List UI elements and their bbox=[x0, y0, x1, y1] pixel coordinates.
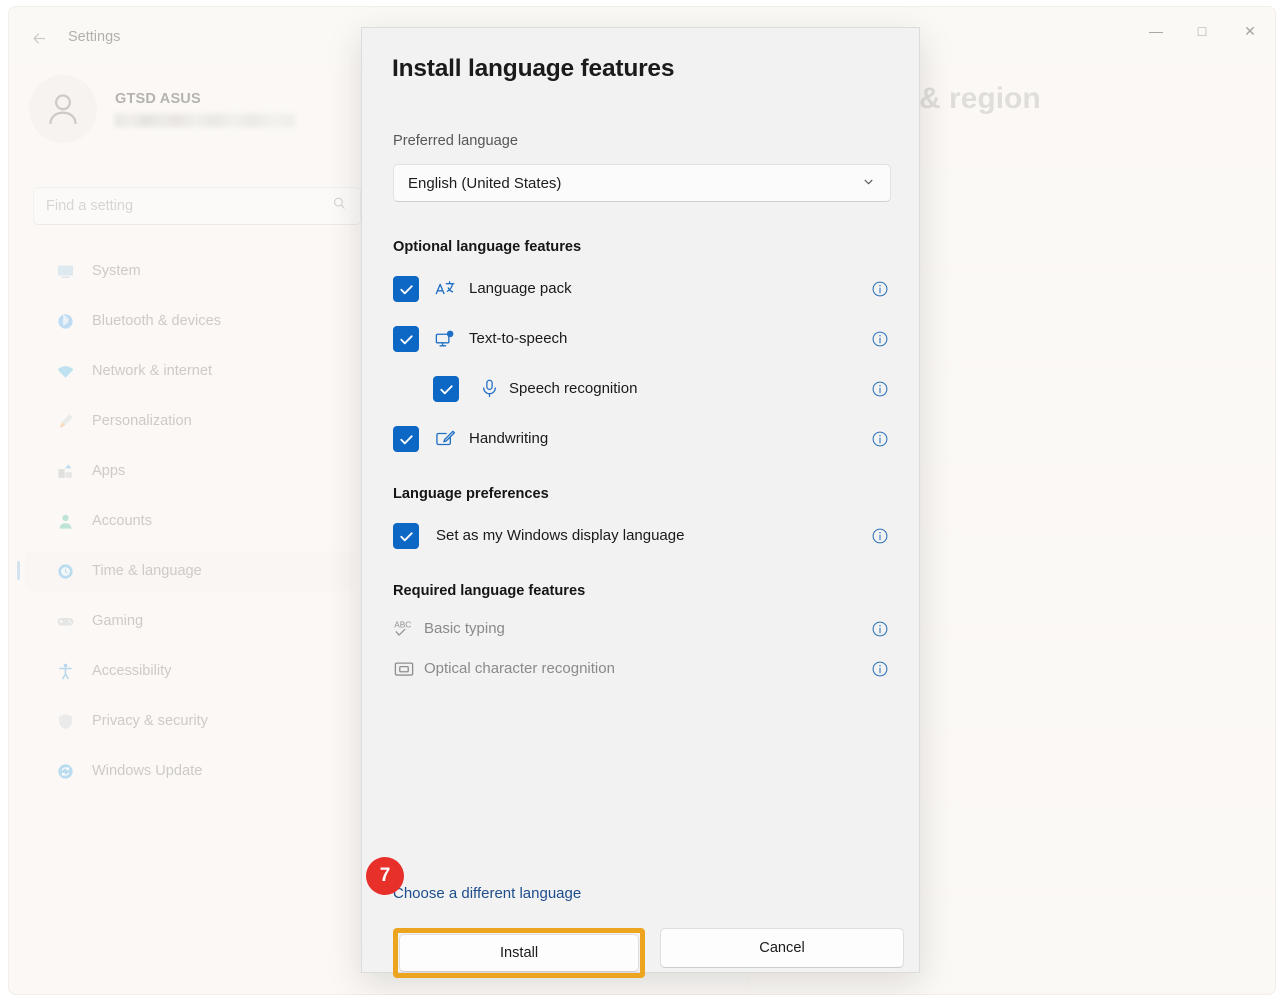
feature-label: Text-to-speech bbox=[469, 330, 568, 347]
checkbox-opt-3[interactable] bbox=[393, 426, 419, 452]
dialog-title: Install language features bbox=[392, 55, 675, 82]
step-number-badge: 7 bbox=[366, 857, 404, 895]
checkbox-opt-2[interactable] bbox=[433, 376, 459, 402]
section-optional-heading: Optional language features bbox=[393, 239, 582, 255]
section-preferences-heading: Language preferences bbox=[393, 486, 549, 502]
feature-label: Speech recognition bbox=[509, 380, 638, 397]
language-translate-icon bbox=[434, 278, 456, 300]
info-icon[interactable] bbox=[871, 380, 889, 398]
checkbox-opt-0[interactable] bbox=[393, 276, 419, 302]
preferred-language-dropdown[interactable]: English (United States) bbox=[393, 164, 891, 202]
optional-feature-row[interactable]: Text-to-speech bbox=[362, 323, 921, 357]
install-language-features-dialog: Install language features Preferred lang… bbox=[361, 27, 921, 978]
info-icon[interactable] bbox=[871, 660, 889, 678]
section-required-heading: Required language features bbox=[393, 583, 586, 599]
info-icon[interactable] bbox=[871, 330, 889, 348]
ocr-icon bbox=[393, 658, 415, 680]
optional-feature-row[interactable]: Handwriting bbox=[362, 423, 921, 457]
info-icon[interactable] bbox=[871, 430, 889, 448]
optional-feature-row[interactable]: Language pack bbox=[362, 273, 921, 307]
language-preference-row[interactable]: Set as my Windows display language bbox=[362, 520, 921, 554]
checkbox-opt-1[interactable] bbox=[393, 326, 419, 352]
feature-label: Optical character recognition bbox=[424, 660, 615, 677]
abc-check-icon: ABC bbox=[393, 618, 415, 640]
microphone-icon bbox=[479, 378, 501, 400]
feature-label: Set as my Windows display language bbox=[436, 527, 685, 544]
dialog-button-row: Install Cancel bbox=[393, 928, 904, 978]
preferred-language-value: English (United States) bbox=[408, 174, 562, 192]
speech-monitor-icon bbox=[434, 328, 456, 350]
screen: Settings — □ ✕ GTSD ASUS bbox=[0, 0, 1282, 1001]
pen-tablet-icon bbox=[434, 428, 456, 450]
optional-feature-row[interactable]: Speech recognition bbox=[362, 373, 921, 407]
feature-label: Handwriting bbox=[469, 430, 549, 447]
required-feature-row: Optical character recognition bbox=[362, 653, 921, 687]
choose-different-language-link[interactable]: Choose a different language bbox=[393, 885, 581, 902]
feature-label: Language pack bbox=[469, 280, 572, 297]
chevron-down-icon bbox=[861, 174, 876, 192]
cancel-button[interactable]: Cancel bbox=[660, 928, 904, 968]
svg-text:ABC: ABC bbox=[394, 621, 411, 630]
info-icon[interactable] bbox=[871, 527, 889, 545]
install-button[interactable]: Install bbox=[399, 934, 639, 972]
install-button-highlight: Install bbox=[393, 928, 645, 978]
required-feature-row: ABC Basic typing bbox=[362, 613, 921, 647]
preferred-language-label: Preferred language bbox=[393, 133, 518, 149]
info-icon[interactable] bbox=[871, 280, 889, 298]
feature-label: Basic typing bbox=[424, 620, 505, 637]
info-icon[interactable] bbox=[871, 620, 889, 638]
checkbox-display-language[interactable] bbox=[393, 523, 419, 549]
